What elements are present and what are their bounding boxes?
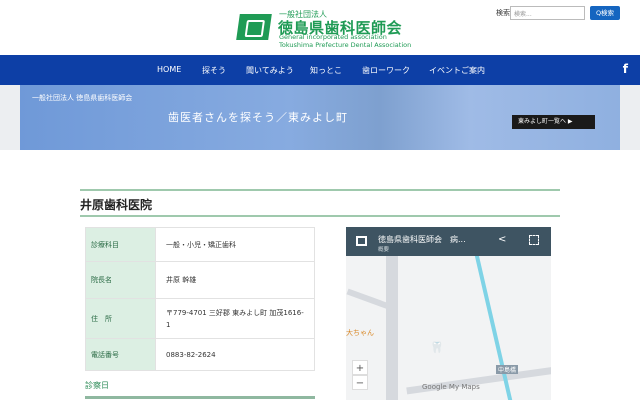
search-label: 検索: [496, 9, 510, 17]
org-en: General incorporated association Tokushim…: [279, 33, 412, 49]
main-nav: HOME 探そう 聞いてみよう 知っとこ 歯ローワーク イベントご案内 f: [0, 55, 640, 85]
facebook-icon[interactable]: f: [623, 62, 628, 76]
map-embed[interactable]: 徳島県歯科医師会 病... 概要 < 大ちゃん 🦷 中島橋 + − Google…: [346, 227, 551, 400]
divider: [80, 215, 560, 217]
nav-know[interactable]: 知っとこ: [310, 65, 342, 76]
row-value: 井原 幹雄: [155, 261, 315, 299]
map-subtitle: 概要: [378, 247, 390, 253]
table-row: 院長名 井原 幹雄: [85, 261, 315, 299]
page-title: 井原歯科医院: [80, 198, 153, 212]
place-label: 大ちゃん: [346, 329, 374, 337]
nav-ask[interactable]: 聞いてみよう: [246, 65, 294, 76]
road-label: 中島橋: [496, 365, 519, 374]
tooth-marker-icon[interactable]: 🦷: [430, 341, 444, 354]
row-value: 〒779-4701 三好郡 東みよし町 加茂1616-1: [155, 298, 315, 339]
fullscreen-icon[interactable]: [529, 235, 539, 245]
org-en-2: Tokushima Prefecture Dental Association: [279, 40, 412, 49]
logo-icon[interactable]: [236, 14, 272, 40]
table-row: 住 所〒779-4701 三好郡 東みよし町 加茂1616-1: [85, 298, 315, 339]
town-list-button[interactable]: 東みよし町一覧へ ▶: [512, 115, 595, 129]
clinic-info-table: 診療科目 一般・小児・矯正歯科 院長名 井原 幹雄 住 所〒779-4701 三好郡…: [85, 227, 315, 371]
divider: [80, 189, 560, 191]
nav-work[interactable]: 歯ローワーク: [362, 65, 410, 76]
row-label: 住 所: [85, 298, 156, 339]
search-input[interactable]: 検索...: [510, 6, 585, 20]
map-header: 徳島県歯科医師会 病... 概要 <: [346, 227, 551, 256]
nav-search[interactable]: 探そう: [202, 65, 226, 76]
banner-logo: 一般社団法人 徳島県歯科医師会: [32, 94, 133, 102]
row-value[interactable]: 0883-82-2624: [155, 338, 315, 371]
search-button[interactable]: Q検索: [590, 6, 620, 20]
sidebar-toggle-icon[interactable]: [356, 236, 367, 246]
table-row: 電話番号 0883-82-2624: [85, 338, 315, 371]
share-icon[interactable]: <: [498, 234, 506, 245]
zoom-in-button[interactable]: +: [352, 360, 368, 375]
row-label: 診療科目: [85, 227, 156, 262]
row-label: 院長名: [85, 261, 156, 299]
banner-title: 歯医者さんを探そう／東みよし町: [168, 111, 348, 124]
nav-events[interactable]: イベントご案内: [429, 65, 485, 76]
nav-home[interactable]: HOME: [157, 65, 181, 74]
zoom-out-button[interactable]: −: [352, 375, 368, 390]
google-my-maps-logo: Google My Maps: [422, 383, 480, 391]
divider: [85, 396, 315, 399]
row-label: 電話番号: [85, 338, 156, 371]
table-row: 診療科目 一般・小児・矯正歯科: [85, 227, 315, 262]
row-value: 一般・小児・矯正歯科: [155, 227, 315, 262]
map-title: 徳島県歯科医師会 病...: [378, 235, 466, 244]
section-heading: 診察日: [85, 381, 109, 390]
